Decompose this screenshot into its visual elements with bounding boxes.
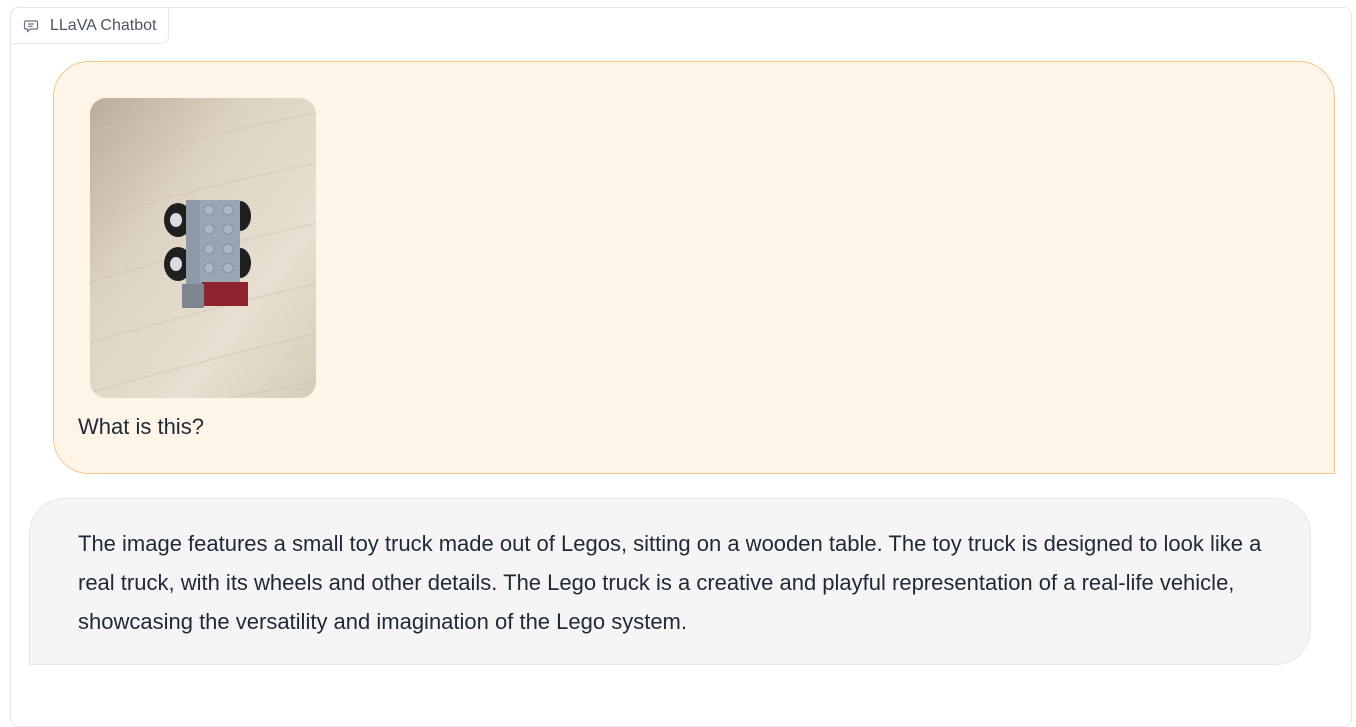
- chat-icon: [23, 18, 39, 34]
- user-uploaded-image[interactable]: [90, 98, 316, 398]
- assistant-message: The image features a small toy truck mad…: [29, 498, 1311, 665]
- user-message-text: What is this?: [78, 414, 204, 439]
- user-message: What is this?: [53, 61, 1335, 474]
- chatbot-label-text: LLaVA Chatbot: [50, 16, 157, 34]
- chatbot-label: LLaVA Chatbot: [10, 7, 170, 44]
- assistant-message-text: The image features a small toy truck mad…: [78, 531, 1262, 634]
